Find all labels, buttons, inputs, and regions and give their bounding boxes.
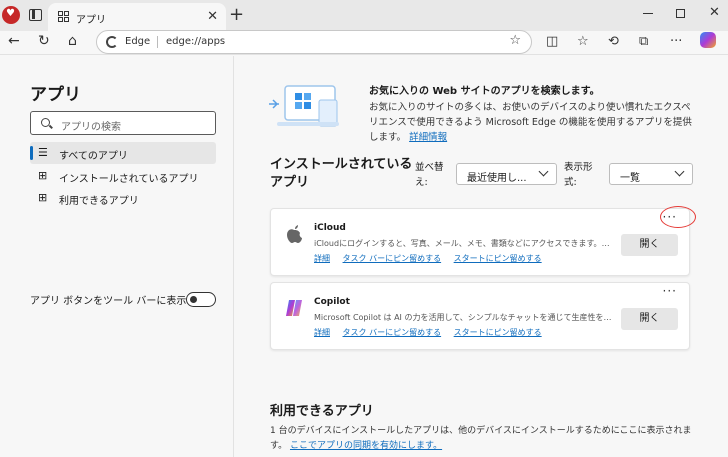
- profile-avatar[interactable]: [2, 6, 20, 24]
- home-button[interactable]: ⌂: [68, 33, 77, 49]
- installed-apps-heading: インストールされているアプリ: [270, 157, 413, 190]
- toolbar-toggle-switch[interactable]: [186, 292, 216, 307]
- more-menu-icon[interactable]: ···: [670, 34, 682, 49]
- new-tab-button[interactable]: +: [229, 4, 244, 25]
- main-content: お気に入りの Web サイトのアプリを検索します。 お気に入りのサイトの多くは、…: [235, 56, 728, 457]
- app-links: 詳細 タスク バーにピン留めする スタートにピン留めする: [314, 253, 552, 264]
- sidebar-item-installed-apps[interactable]: ⊞ インストールされているアプリ: [30, 165, 216, 187]
- view-value: 一覧: [620, 173, 640, 184]
- refresh-button[interactable]: ↻: [38, 33, 50, 49]
- pin-taskbar-link[interactable]: タスク バーにピン留めする: [343, 254, 442, 263]
- search-icon: [41, 118, 50, 127]
- apps-illustration: [269, 85, 339, 127]
- sort-label: 並べ替え:: [415, 162, 444, 188]
- more-options-icon[interactable]: ···: [663, 284, 677, 298]
- split-screen-icon[interactable]: ◫: [546, 34, 558, 49]
- chevron-down-icon: [538, 166, 549, 177]
- active-indicator: [30, 146, 33, 160]
- details-link[interactable]: 詳細: [314, 254, 330, 263]
- view-dropdown[interactable]: 一覧: [609, 163, 693, 185]
- screenshot-icon[interactable]: ⧉: [639, 34, 648, 49]
- apps-icon: [58, 11, 70, 23]
- copilot-logo-icon: [286, 300, 302, 316]
- close-window-button[interactable]: ✕: [709, 5, 720, 20]
- copilot-icon[interactable]: [700, 32, 716, 48]
- tab-title: アプリ: [76, 15, 106, 26]
- pin-taskbar-link[interactable]: タスク バーにピン留めする: [343, 328, 442, 337]
- apple-icon: [287, 225, 302, 243]
- sync-apps-link[interactable]: ここでアプリの同期を有効にします。: [290, 441, 442, 451]
- back-button[interactable]: ←: [8, 33, 20, 49]
- minimize-button[interactable]: [643, 13, 653, 14]
- promo-text: お気に入りのサイトの多くは、お使いのデバイスのより使い慣れたエクスペリエンスで使…: [369, 100, 699, 145]
- promo-title: お気に入りの Web サイトのアプリを検索します。: [369, 86, 600, 97]
- favorites-icon[interactable]: ☆: [577, 34, 589, 49]
- available-apps-heading: 利用できるアプリ: [270, 404, 374, 419]
- app-card-icloud: iCloud iCloudにログインすると、写真、メール、メモ、書類などにアクセ…: [270, 208, 690, 276]
- app-card-copilot: Copilot Microsoft Copilot は AI の力を活用して、シ…: [270, 282, 690, 350]
- view-label: 表示形式:: [564, 162, 593, 188]
- tab-apps[interactable]: アプリ ✕: [48, 3, 226, 31]
- omnibox-divider: [157, 36, 158, 48]
- open-button[interactable]: 開く: [621, 234, 678, 256]
- search-placeholder: アプリの検索: [61, 122, 121, 133]
- toolbar-toggle-label: アプリ ボタンをツール バーに表示する: [30, 296, 207, 307]
- app-name: iCloud: [314, 223, 346, 233]
- apps-grid-icon: ⊞: [38, 169, 48, 182]
- details-link[interactable]: 詳細: [314, 328, 330, 337]
- sidebar-item-all-apps[interactable]: ☰ すべてのアプリ: [30, 142, 216, 164]
- url-text[interactable]: edge://apps: [166, 36, 225, 47]
- sidebar-title: アプリ: [30, 85, 81, 105]
- available-apps-text: 1 台のデバイスにインストールしたアプリは、他のデバイスにインストールするために…: [270, 424, 700, 454]
- tab-close-icon[interactable]: ✕: [207, 9, 218, 24]
- maximize-button[interactable]: [676, 9, 685, 18]
- sidebar-item-label: すべてのアプリ: [59, 151, 128, 162]
- address-bar[interactable]: Edge edge://apps ☆: [96, 30, 532, 54]
- app-description: iCloudにログインすると、写真、メール、メモ、書類などにアクセスできます。A…: [314, 239, 614, 248]
- pin-start-link[interactable]: スタートにピン留めする: [454, 328, 542, 337]
- browser-toolbar: ← ↻ ⌂ Edge edge://apps ☆ ◫ ☆ ⟲ ⧉ ···: [0, 30, 728, 55]
- sort-value: 最近使用し...: [467, 173, 527, 184]
- learn-more-link[interactable]: 詳細情報: [409, 132, 447, 143]
- pin-start-link[interactable]: スタートにピン留めする: [454, 254, 542, 263]
- app-name: Copilot: [314, 297, 350, 307]
- app-links: 詳細 タスク バーにピン留めする スタートにピン留めする: [314, 327, 552, 338]
- tab-actions-icon[interactable]: [29, 9, 42, 21]
- sidebar-item-label: 利用できるアプリ: [59, 196, 139, 207]
- sort-dropdown[interactable]: 最近使用し...: [456, 163, 557, 185]
- highlight-circle: [660, 206, 696, 228]
- sidebar-item-label: インストールされているアプリ: [59, 174, 199, 185]
- app-description: Microsoft Copilot は AI の力を活用して、シンプルなチャット…: [314, 313, 614, 322]
- edge-icon: [106, 36, 118, 48]
- chevron-down-icon: [674, 166, 685, 177]
- omnibox-label: Edge: [125, 36, 151, 47]
- title-bar: アプリ ✕ + ✕: [0, 0, 728, 31]
- apps-add-icon: ⊞: [38, 191, 48, 204]
- sidebar-item-available-apps[interactable]: ⊞ 利用できるアプリ: [30, 187, 216, 209]
- open-button[interactable]: 開く: [621, 308, 678, 330]
- sidebar: アプリ アプリの検索 ☰ すべてのアプリ ⊞ インストールされているアプリ ⊞ …: [0, 56, 234, 457]
- search-input[interactable]: アプリの検索: [30, 111, 216, 135]
- history-icon[interactable]: ⟲: [608, 34, 619, 49]
- favorite-star-icon[interactable]: ☆: [509, 33, 521, 48]
- list-icon: ☰: [38, 146, 48, 159]
